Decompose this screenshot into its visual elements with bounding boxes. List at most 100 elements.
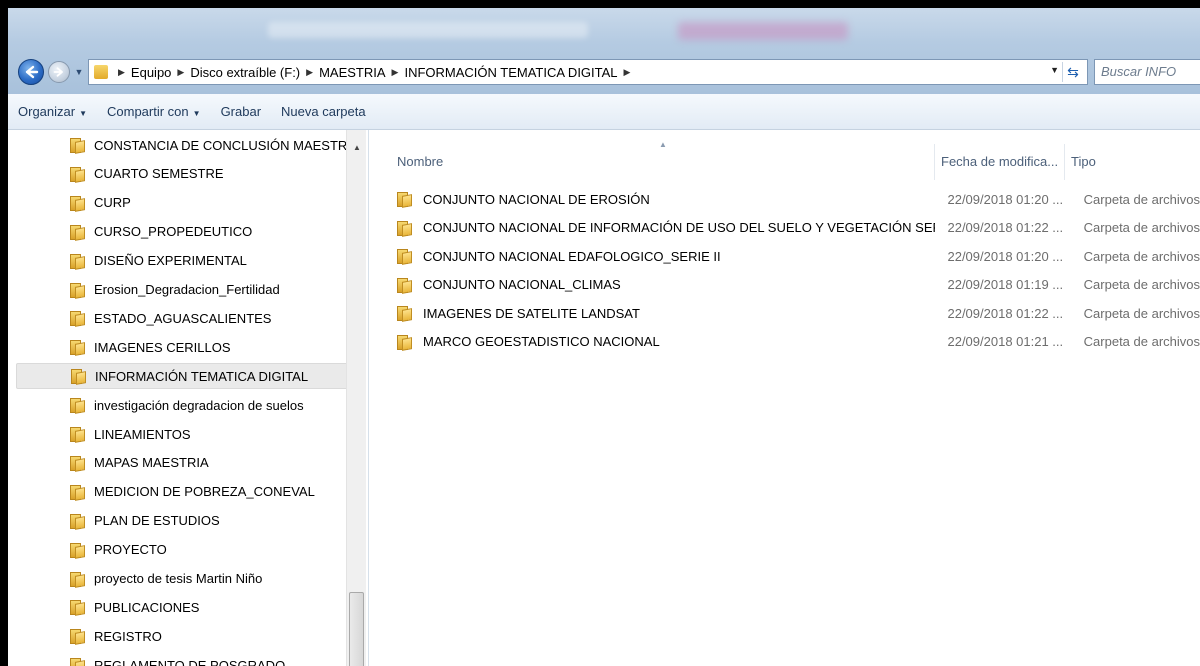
chevron-right-icon[interactable]: ▶ — [624, 67, 631, 78]
file-row[interactable]: CONJUNTO NACIONAL_CLIMAS 22/09/2018 01:19… — [369, 272, 1200, 298]
sidebar-item[interactable]: proyecto de tesis Martin Niño — [16, 566, 348, 592]
address-dropdown-icon[interactable]: ▼ — [1050, 65, 1059, 75]
column-header-type[interactable]: Tipo — [1065, 144, 1200, 180]
folder-icon — [70, 455, 86, 472]
sidebar-item[interactable]: IMAGENES CERILLOS — [16, 334, 348, 360]
sidebar-item-label: investigación degradacion de suelos — [94, 397, 304, 413]
sidebar-item[interactable]: ESTADO_AGUASCALIENTES — [16, 305, 348, 331]
breadcrumb: ▶ Equipo ▶ Disco extraíble (F:) ▶ MAESTR… — [112, 65, 636, 80]
navigation-pane: CONSTANCIA DE CONCLUSIÓN MAESTRÍA CUARTO … — [8, 130, 369, 666]
chevron-right-icon[interactable]: ▶ — [118, 67, 125, 78]
folder-icon — [397, 305, 413, 322]
refresh-icon[interactable]: ⇆ — [1062, 62, 1083, 82]
folder-icon — [70, 571, 86, 588]
sidebar-item[interactable]: REGISTRO — [16, 623, 348, 649]
search-input[interactable]: Buscar INFO — [1094, 59, 1200, 85]
sidebar-item-label: ESTADO_AGUASCALIENTES — [94, 310, 272, 326]
scroll-thumb[interactable] — [349, 592, 364, 666]
file-type: Carpeta de archivos — [1083, 305, 1200, 321]
file-type: Carpeta de archivos — [1083, 277, 1200, 292]
folder-icon — [397, 220, 413, 237]
share-button[interactable]: Compartir con ▼ — [97, 104, 211, 119]
file-date: 22/09/2018 01:22 ... — [947, 220, 1064, 235]
chevron-right-icon[interactable]: ▶ — [392, 67, 399, 78]
sidebar-item[interactable]: PLAN DE ESTUDIOS — [16, 508, 348, 534]
folder-icon — [70, 426, 86, 443]
sidebar-item[interactable]: CURP — [16, 190, 348, 216]
breadcrumb-item-drive[interactable]: Disco extraíble (F:) — [190, 65, 300, 80]
file-date: 22/09/2018 01:21 ... — [947, 334, 1064, 349]
sidebar-item[interactable]: investigación degradacion de suelos — [16, 392, 348, 418]
column-header-date[interactable]: Fecha de modifica... — [935, 144, 1065, 180]
folder-icon — [70, 282, 86, 299]
history-dropdown-icon[interactable]: ▼ — [74, 65, 84, 79]
file-type: Carpeta de archivos — [1083, 220, 1200, 235]
sidebar-item-label: CUARTO SEMESTRE — [94, 166, 224, 182]
file-row[interactable]: IMAGENES DE SATELITE LANDSAT 22/09/2018 0… — [369, 300, 1200, 326]
folder-icon — [70, 310, 86, 328]
folder-icon — [397, 277, 413, 294]
back-arrow-icon — [25, 65, 39, 79]
file-type: Carpeta de archivos — [1083, 334, 1200, 349]
sidebar-item-label: INFORMACIÓN TEMATICA DIGITAL — [95, 368, 309, 384]
sidebar-item[interactable]: DISEÑO EXPERIMENTAL — [16, 248, 348, 274]
title-bar: ▼ ▶ Equipo ▶ Disco extraíble (F:) ▶ MAES… — [8, 8, 1200, 94]
file-name: CONJUNTO NACIONAL_CLIMAS — [423, 277, 621, 292]
folder-icon — [70, 657, 86, 666]
sidebar-item[interactable]: INFORMACIÓN TEMATICA DIGITAL — [16, 363, 348, 390]
sidebar-item-label: proyecto de tesis Martin Niño — [94, 571, 263, 586]
sidebar-item[interactable]: MEDICION DE POBREZA_CONEVAL — [16, 479, 348, 505]
file-row[interactable]: CONJUNTO NACIONAL DE EROSIÓN 22/09/2018 0… — [369, 186, 1200, 212]
back-button[interactable] — [18, 59, 44, 85]
command-bar: Organizar ▼ Compartir con ▼ Grabar Nueva c… — [8, 94, 1200, 130]
sidebar-item[interactable]: CONSTANCIA DE CONCLUSIÓN MAESTRÍA — [16, 132, 360, 158]
folder-icon — [70, 628, 86, 646]
chevron-right-icon[interactable]: ▶ — [306, 67, 313, 78]
folder-icon — [70, 542, 86, 559]
organize-label: Organizar — [18, 104, 76, 119]
sidebar-item[interactable]: CUARTO SEMESTRE — [16, 161, 348, 187]
sidebar-item[interactable]: MAPAS MAESTRIA — [16, 450, 348, 476]
chevron-right-icon[interactable]: ▶ — [177, 67, 184, 78]
file-row[interactable]: MARCO GEOESTADISTICO NACIONAL 22/09/2018 … — [369, 329, 1200, 355]
folder-icon — [70, 599, 86, 617]
sidebar-item[interactable]: PUBLICACIONES — [16, 594, 348, 620]
forward-button[interactable] — [48, 61, 70, 83]
folder-icon — [70, 137, 86, 154]
sidebar-item[interactable]: PROYECTO — [16, 537, 348, 563]
sidebar-item-label: CURP — [94, 195, 131, 211]
sidebar-item-label: REGLAMENTO DE POSGRADO — [94, 657, 286, 666]
breadcrumb-item-current[interactable]: INFORMACIÓN TEMATICA DIGITAL — [404, 65, 617, 80]
sidebar-item[interactable]: Erosion_Degradacion_Fertilidad — [16, 277, 348, 303]
folder-icon — [94, 65, 108, 79]
folder-icon — [70, 195, 86, 212]
sidebar-item[interactable]: LINEAMIENTOS — [16, 421, 348, 447]
address-bar[interactable]: ▶ Equipo ▶ Disco extraíble (F:) ▶ MAESTR… — [88, 59, 1088, 85]
file-row[interactable]: CONJUNTO NACIONAL EDAFOLOGICO_SERIE II 22… — [369, 243, 1200, 269]
burn-button[interactable]: Grabar — [211, 104, 271, 119]
sidebar-item-label: REGISTRO — [94, 628, 162, 644]
sidebar-item[interactable]: REGLAMENTO DE POSGRADO — [16, 652, 348, 666]
new-folder-button[interactable]: Nueva carpeta — [271, 104, 376, 119]
sidebar-item-label: Erosion_Degradacion_Fertilidad — [94, 282, 280, 297]
breadcrumb-item-computer[interactable]: Equipo — [131, 65, 171, 80]
column-header-name[interactable]: Nombre — [369, 144, 935, 180]
file-row[interactable]: CONJUNTO NACIONAL DE INFORMACIÓN DE USO … — [369, 215, 1200, 241]
nav-scrollbar[interactable]: ▲ — [346, 130, 366, 666]
sidebar-item-label: CONSTANCIA DE CONCLUSIÓN MAESTRÍA — [94, 137, 360, 153]
organize-button[interactable]: Organizar ▼ — [8, 104, 97, 119]
explorer-window: ▼ ▶ Equipo ▶ Disco extraíble (F:) ▶ MAES… — [8, 8, 1200, 666]
sidebar-item-label: CURSO_PROPEDEUTICO — [94, 224, 253, 240]
share-label: Compartir con — [107, 104, 189, 119]
file-list: Nombre ▲ Fecha de modifica... Tipo CONJU… — [369, 130, 1200, 666]
sidebar-item-label: PUBLICACIONES — [94, 599, 200, 615]
file-type: Carpeta de archivos — [1083, 191, 1200, 207]
breadcrumb-item-maestria[interactable]: MAESTRIA — [319, 65, 385, 80]
sort-ascending-icon: ▲ — [659, 140, 667, 149]
file-name: CONJUNTO NACIONAL EDAFOLOGICO_SERIE II — [423, 248, 721, 264]
window-title-blurred — [268, 22, 588, 38]
folder-icon — [70, 484, 86, 501]
sidebar-item[interactable]: CURSO_PROPEDEUTICO — [16, 219, 348, 245]
folder-icon — [397, 334, 413, 351]
scroll-up-icon[interactable]: ▲ — [347, 140, 367, 156]
